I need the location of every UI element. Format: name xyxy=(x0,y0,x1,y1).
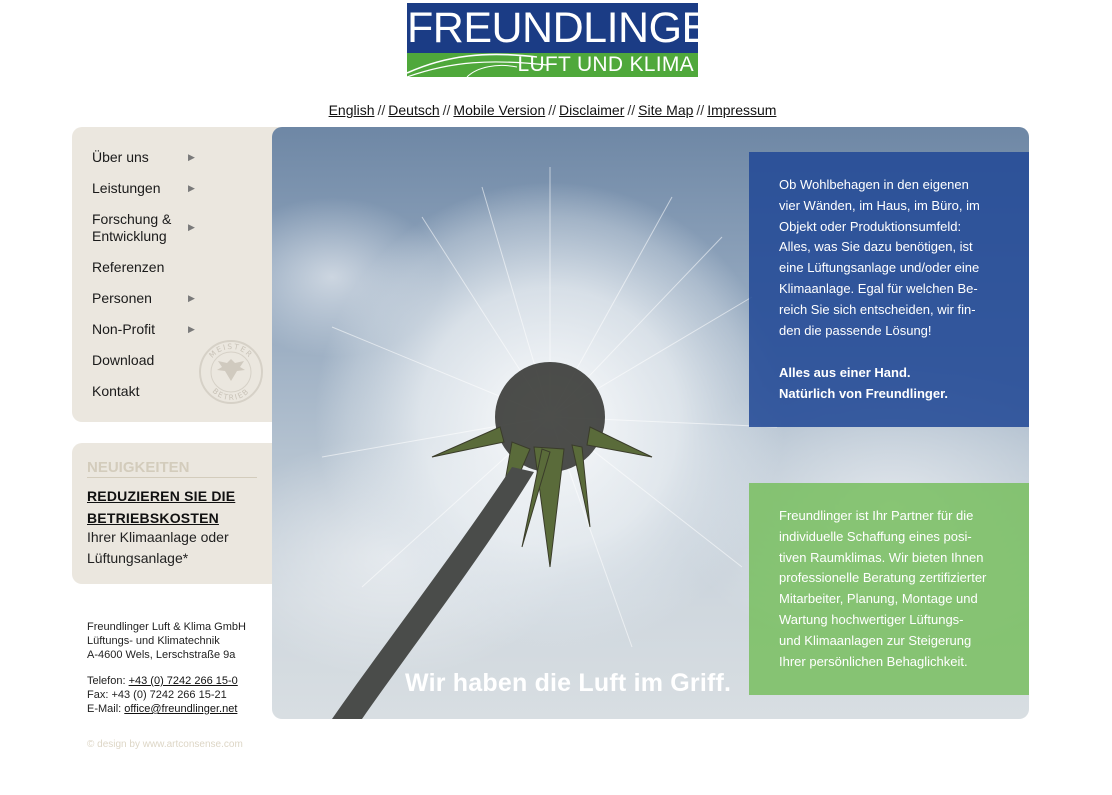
link-deutsch[interactable]: Deutsch xyxy=(388,102,439,118)
hero-banner: Wir haben die Luft im Griff. Ob Wohlbeha… xyxy=(272,127,1029,719)
news-title-line1: REDUZIEREN SIE DIE xyxy=(87,488,236,504)
text-line: professionelle Beratung zertifizierter xyxy=(779,570,987,586)
company-address: Freundlinger Luft & Klima GmbH Lüftungs-… xyxy=(87,620,246,716)
sidebar-nav: Über uns ▶ Leistungen ▶ Forschung & Entw… xyxy=(72,127,282,422)
text-line: vier Wänden, im Haus, im Büro, im xyxy=(779,197,980,213)
text-line: den die passende Lösung! xyxy=(779,322,932,338)
company-street: A-4600 Wels, Lerschstraße 9a xyxy=(87,649,236,661)
link-disclaimer[interactable]: Disclaimer xyxy=(559,102,624,118)
language-and-utility-links: English//Deutsch//Mobile Version//Discla… xyxy=(0,102,1105,118)
partner-box-green: Freundlinger ist Ihr Partner für die ind… xyxy=(749,483,1029,695)
nav-item-forschung-entwicklung[interactable]: Forschung & Entwicklung xyxy=(92,211,171,245)
text-line: Objekt oder Produktionsumfeld: xyxy=(779,218,962,234)
nav-item-referenzen[interactable]: Referenzen xyxy=(92,259,164,276)
logo-wordmark-band: FREUNDLINGER xyxy=(407,3,741,53)
logo-tagline-band: LUFT UND KLIMA xyxy=(407,53,698,77)
text-line: individuelle Schaffung eines posi- xyxy=(779,528,972,544)
company-line2: Lüftungs- und Klimatechnik xyxy=(87,635,220,647)
news-teaser-line1: Ihrer Klimaanlage oder xyxy=(87,529,229,545)
link-english[interactable]: English xyxy=(329,102,375,118)
partner-text: Freundlinger ist Ihr Partner für die ind… xyxy=(779,506,1007,672)
link-separator: // xyxy=(548,102,557,118)
site-logo[interactable]: FREUNDLINGER LUFT UND KLIMA xyxy=(407,3,741,77)
phone-link[interactable]: +43 (0) 7242 266 15-0 xyxy=(129,675,238,687)
text-line: eine Lüftungsanlage und/oder eine xyxy=(779,260,980,276)
company-name: Freundlinger Luft & Klima GmbH xyxy=(87,621,246,633)
link-impressum[interactable]: Impressum xyxy=(707,102,776,118)
link-separator: // xyxy=(696,102,705,118)
nav-item-non-profit[interactable]: Non-Profit xyxy=(92,321,155,338)
news-teaser: Ihrer Klimaanlage oder Lüftungsanlage* xyxy=(87,527,272,569)
claim-line: Natürlich von Freundlinger. xyxy=(779,386,949,401)
intro-text: Ob Wohlbehagen in den eigenen vier Wände… xyxy=(779,175,1007,341)
intro-box-blue: Ob Wohlbehagen in den eigenen vier Wände… xyxy=(749,152,1029,427)
seal-top-text: MEISTER xyxy=(207,342,253,360)
hero-slogan: Wir haben die Luft im Griff. xyxy=(405,669,732,697)
news-box: NEUIGKEITEN REDUZIEREN SIE DIE BETRIEBSK… xyxy=(72,443,282,584)
nav-item-download[interactable]: Download xyxy=(92,352,154,369)
text-line: reich Sie sich entscheiden, wir fin- xyxy=(779,301,976,317)
link-separator: // xyxy=(627,102,636,118)
text-line: Alles, was Sie dazu benötigen, ist xyxy=(779,239,973,255)
submenu-arrow-icon: ▶ xyxy=(188,293,195,303)
logo-name: FREUNDLINGER xyxy=(407,4,741,52)
submenu-arrow-icon: ▶ xyxy=(188,324,195,334)
news-heading: NEUIGKEITEN xyxy=(87,459,257,478)
text-line: Freundlinger ist Ihr Partner für die xyxy=(779,508,974,523)
text-line: Mitarbeiter, Planung, Montage und xyxy=(779,591,978,607)
email-row: E-Mail: office@freundlinger.net xyxy=(87,702,246,716)
news-title-line2: BETRIEBSKOSTEN xyxy=(87,510,219,526)
submenu-arrow-icon: ▶ xyxy=(188,183,195,193)
nav-item-label-line2: Entwicklung xyxy=(92,228,167,244)
nav-item-personen[interactable]: Personen xyxy=(92,290,152,307)
fax-row: Fax: +43 (0) 7242 266 15-21 xyxy=(87,689,227,701)
text-line: und Klimaanlagen zur Steigerung xyxy=(779,632,972,648)
meister-betrieb-seal-icon: MEISTER BETRIEB xyxy=(199,340,263,404)
address-spacer xyxy=(87,662,246,674)
text-line: Wartung hochwertiger Lüftungs- xyxy=(779,611,964,627)
logo-tagline: LUFT UND KLIMA xyxy=(517,53,694,76)
design-credit[interactable]: © design by www.artconsense.com xyxy=(87,739,243,750)
nav-item-kontakt[interactable]: Kontakt xyxy=(92,383,139,400)
text-line: tiven Raumklimas. Wir bieten Ihnen xyxy=(779,549,984,565)
submenu-arrow-icon: ▶ xyxy=(188,222,195,232)
text-line: Ihrer persönlichen Behaglichkeit. xyxy=(779,653,968,669)
text-line: Klimaanlage. Egal für welchen Be- xyxy=(779,280,978,296)
phone-row: Telefon: +43 (0) 7242 266 15-0 xyxy=(87,674,246,688)
nav-item-leistungen[interactable]: Leistungen xyxy=(92,180,161,197)
svg-text:MEISTER: MEISTER xyxy=(207,342,255,360)
link-separator: // xyxy=(442,102,451,118)
email-label: E-Mail: xyxy=(87,703,122,715)
news-teaser-line2: Lüftungsanlage* xyxy=(87,550,189,566)
claim-line: Alles aus einer Hand. xyxy=(779,365,911,380)
news-title-link[interactable]: REDUZIEREN SIE DIE BETRIEBSKOSTEN xyxy=(87,485,272,529)
link-separator: // xyxy=(377,102,386,118)
email-link[interactable]: office@freundlinger.net xyxy=(124,703,237,715)
link-site-map[interactable]: Site Map xyxy=(638,102,693,118)
nav-item-label-line1: Forschung & xyxy=(92,211,172,227)
phone-label: Telefon: xyxy=(87,675,126,687)
nav-item-ueber-uns[interactable]: Über uns xyxy=(92,149,149,166)
intro-claim: Alles aus einer Hand. Natürlich von Freu… xyxy=(779,362,1007,404)
submenu-arrow-icon: ▶ xyxy=(188,152,195,162)
link-mobile-version[interactable]: Mobile Version xyxy=(453,102,545,118)
text-line: Ob Wohlbehagen in den eigenen xyxy=(779,177,969,192)
